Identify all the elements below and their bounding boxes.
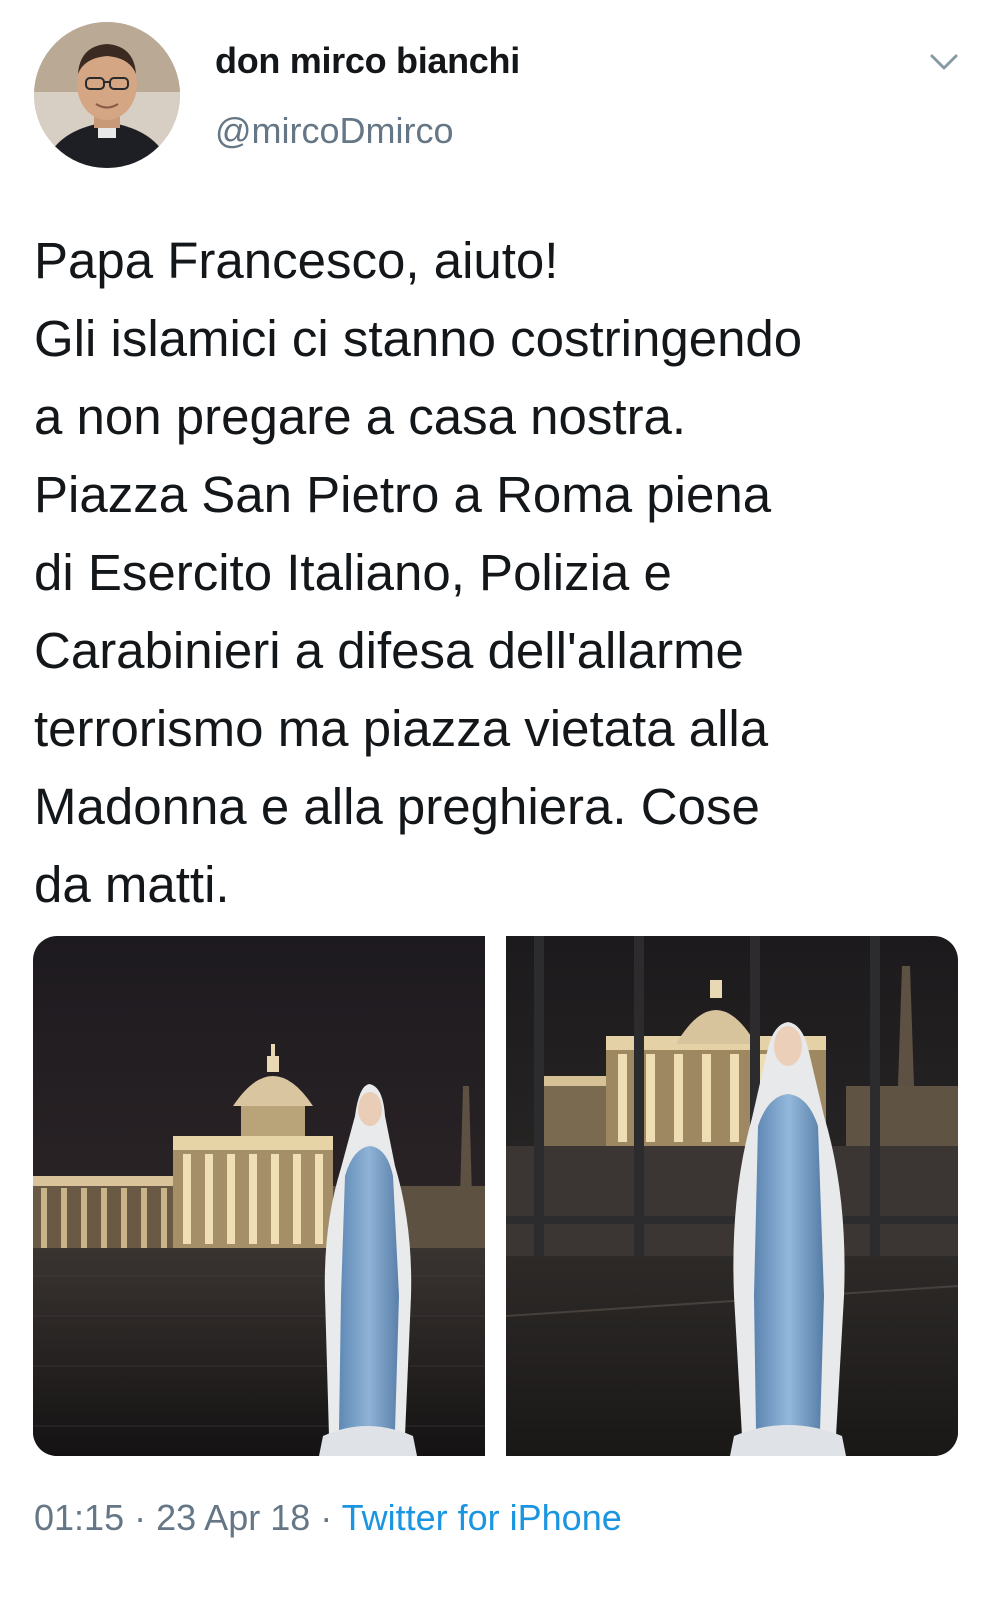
- tweet-text-line: Papa Francesco, aiuto!: [34, 232, 559, 289]
- photo-statue-piazza[interactable]: [33, 936, 485, 1456]
- tweet-text: Papa Francesco, aiuto! Gli islamici ci s…: [34, 222, 974, 924]
- tweet-text-line: da matti.: [34, 856, 230, 913]
- tweet-date: 23 Apr 18: [156, 1497, 311, 1538]
- tweet-text-line: Madonna e alla preghiera. Cose: [34, 778, 760, 835]
- avatar[interactable]: [34, 22, 180, 168]
- tweet-meta: 01:15 · 23 Apr 18 · Twitter for iPhone: [34, 1497, 622, 1539]
- tweet-source-link[interactable]: Twitter for iPhone: [342, 1497, 622, 1538]
- tweet-text-line: Gli islamici ci stanno costringendo: [34, 310, 803, 367]
- meta-separator: ·: [320, 1497, 333, 1538]
- tweet-text-line: Piazza San Pietro a Roma piena: [34, 466, 772, 523]
- chevron-down-icon[interactable]: [926, 46, 962, 76]
- tweet-text-line: Carabinieri a difesa dell'allarme: [34, 622, 744, 679]
- user-handle[interactable]: @mircoDmirco: [215, 110, 454, 152]
- tweet-text-line: a non pregare a casa nostra.: [34, 388, 687, 445]
- display-name[interactable]: don mirco bianchi: [215, 40, 520, 82]
- meta-separator: ·: [134, 1497, 147, 1538]
- user-avatar-image: [34, 22, 180, 168]
- tweet-time: 01:15: [34, 1497, 125, 1538]
- tweet-text-line: terrorismo ma piazza vietata alla: [34, 700, 769, 757]
- tweet-text-line: di Esercito Italiano, Polizia e: [34, 544, 672, 601]
- photo-statue-fence[interactable]: [506, 936, 958, 1456]
